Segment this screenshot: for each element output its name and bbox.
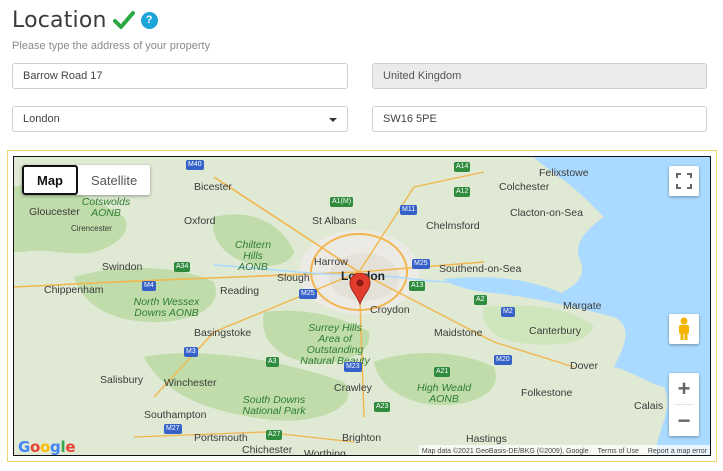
location-pin-icon[interactable] (349, 273, 371, 305)
map-label-reading: Reading (220, 285, 260, 297)
map-label-chelmsford: Chelmsford (426, 220, 480, 232)
map-label-hastings: Hastings (466, 433, 507, 445)
road-shield: A1(M) (330, 197, 354, 207)
road-shield: M27 (164, 424, 182, 434)
street-address-value: Barrow Road 17 (23, 70, 103, 82)
street-view-button[interactable] (669, 314, 699, 344)
map-label-winchester: Winchester (164, 377, 217, 389)
map-label-chiltern: Chiltern Hills AONB (234, 239, 272, 273)
map-label-chippenham: Chippenham (44, 284, 104, 296)
map-label-margate: Margate (563, 300, 602, 312)
map-label-dover: Dover (570, 360, 599, 372)
map-attribution: Map data ©2021 GeoBasis-DE/BKG (©2009), … (418, 445, 710, 455)
map-label-folkestone: Folkestone (521, 387, 573, 399)
map-label-southend: Southend-on-Sea (439, 263, 522, 275)
map-label-st-albans: St Albans (312, 215, 357, 227)
road-shield: A12 (454, 187, 471, 197)
section-header: Location ? (12, 4, 158, 36)
road-shield: A14 (454, 162, 471, 172)
city-select[interactable]: London (12, 106, 348, 132)
map-label-maidstone: Maidstone (434, 327, 483, 339)
road-shield: M20 (494, 355, 512, 365)
road-shield: A3 (266, 357, 279, 367)
map-label-cirencester: Cirencester (71, 224, 112, 233)
road-shield: M25 (412, 259, 430, 269)
satellite-view-button[interactable]: Satellite (78, 165, 150, 195)
map-container: Felixstowe Colchester Clacton-on-Sea Che… (7, 150, 717, 462)
road-shield: M25 (299, 289, 317, 299)
map-view-button[interactable]: Map (22, 165, 78, 195)
road-shield: M40 (186, 160, 204, 170)
road-shield: M4 (142, 281, 156, 291)
map-label-high-weald: High Weald AONB (416, 382, 472, 405)
map-label-swindon: Swindon (102, 261, 143, 273)
road-shield: A21 (434, 367, 451, 377)
checkmark-icon (112, 11, 135, 29)
zoom-out-button[interactable]: − (669, 405, 699, 436)
map-label-harrow: Harrow (314, 256, 348, 268)
report-error-link[interactable]: Report a map error (648, 448, 707, 455)
map-label-basingstoke: Basingstoke (194, 327, 252, 339)
postcode-input[interactable]: SW16 5PE (372, 106, 707, 132)
map-label-brighton: Brighton (342, 432, 382, 444)
map-label-south-downs: South Downs National Park (242, 394, 306, 417)
map-label-slough: Slough (277, 272, 310, 284)
google-map[interactable]: Felixstowe Colchester Clacton-on-Sea Che… (13, 156, 711, 456)
fullscreen-icon (676, 173, 692, 189)
map-label-croydon: Croydon (370, 304, 410, 316)
map-label-gloucester: Gloucester (29, 206, 80, 218)
map-label-portsmouth: Portsmouth (194, 432, 248, 444)
city-value: London (23, 113, 60, 125)
terms-of-use-link[interactable]: Terms of Use (598, 448, 639, 455)
map-label-crawley: Crawley (334, 382, 372, 394)
map-label-salisbury: Salisbury (100, 374, 144, 386)
pegman-icon (679, 317, 689, 340)
country-value: United Kingdom (383, 70, 462, 82)
help-icon[interactable]: ? (140, 11, 158, 29)
map-label-southampton: Southampton (144, 409, 207, 421)
map-label-surrey-hills: Surrey Hills Area of Outstanding Natural… (300, 322, 370, 367)
map-label-clacton: Clacton-on-Sea (510, 207, 583, 219)
zoom-control: + − (669, 373, 699, 436)
zoom-in-button[interactable]: + (669, 373, 699, 404)
road-shield: M23 (344, 362, 362, 372)
google-logo: Google (18, 438, 76, 456)
street-address-input[interactable]: Barrow Road 17 (12, 63, 348, 89)
postcode-value: SW16 5PE (383, 113, 437, 125)
chevron-down-icon (329, 118, 337, 122)
map-label-cotswolds: Cotswolds AONB (81, 196, 131, 219)
map-label-north-wessex: North Wessex Downs AONB (133, 296, 200, 319)
page-title: Location (12, 7, 107, 33)
address-instructions: Please type the address of your property (12, 40, 211, 52)
map-label-canterbury: Canterbury (529, 325, 581, 337)
fullscreen-button[interactable] (669, 166, 699, 196)
map-label-calais: Calais (634, 400, 664, 412)
road-shield: A23 (374, 402, 391, 412)
road-shield: M3 (184, 347, 198, 357)
road-shield: A13 (409, 281, 426, 291)
road-shield: A2 (474, 295, 487, 305)
map-data-credit: Map data ©2021 GeoBasis-DE/BKG (©2009), … (421, 447, 589, 455)
map-label-felixstowe: Felixstowe (539, 167, 589, 179)
map-type-control: Map Satellite (22, 165, 151, 195)
road-shield: M2 (501, 307, 515, 317)
map-label-chichester: Chichester (242, 444, 293, 456)
road-shield: A27 (266, 430, 283, 440)
map-label-worthing: Worthing (304, 448, 346, 456)
map-label-oxford: Oxford (184, 215, 216, 227)
road-shield: M11 (400, 205, 418, 215)
map-label-colchester: Colchester (499, 181, 550, 193)
road-shield: A34 (174, 262, 191, 272)
map-label-bicester: Bicester (194, 181, 232, 193)
country-field: United Kingdom (372, 63, 707, 89)
